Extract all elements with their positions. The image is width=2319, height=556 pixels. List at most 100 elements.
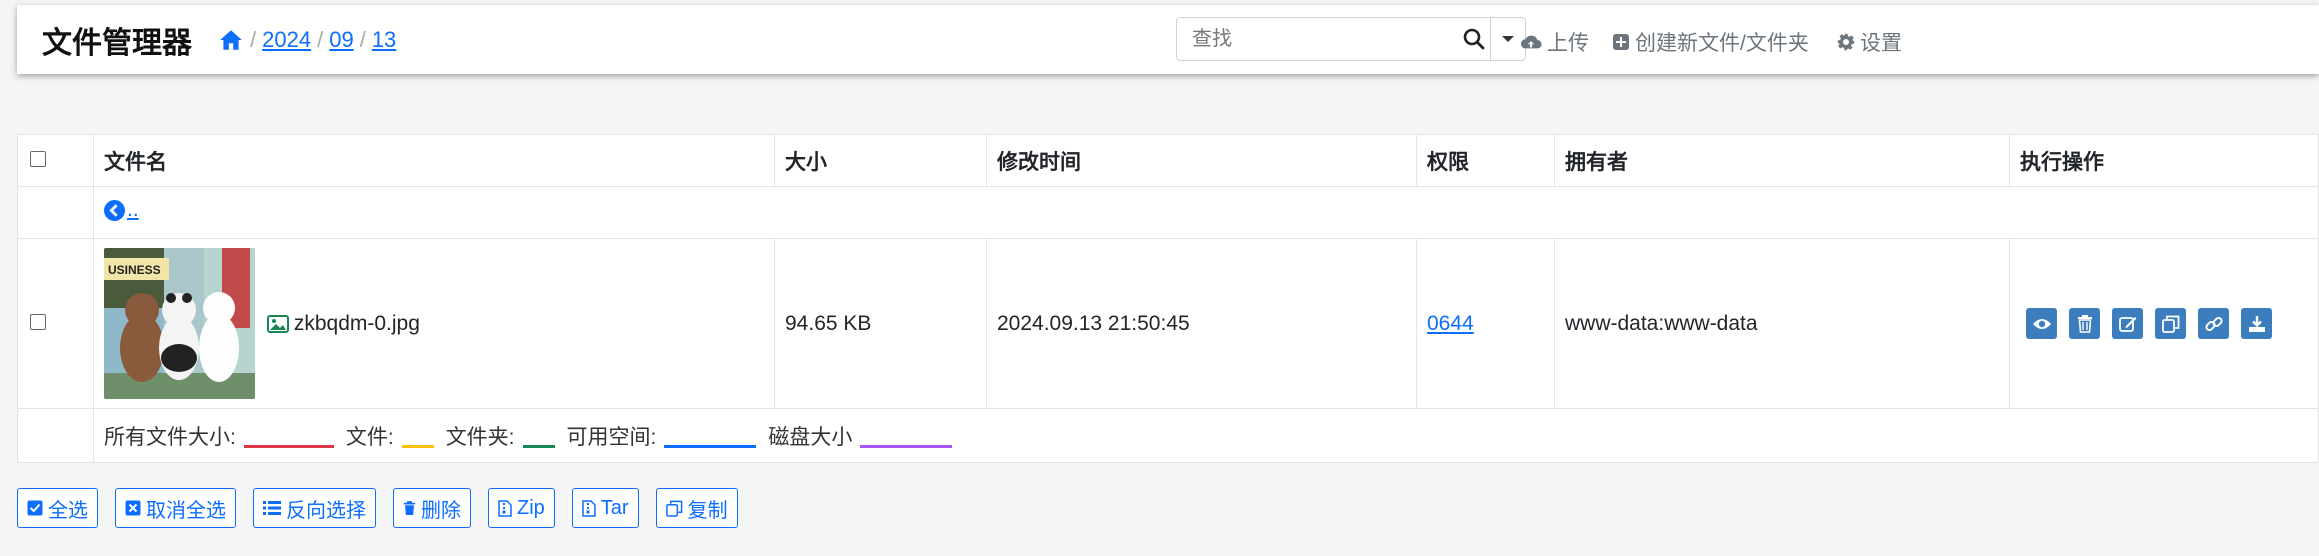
download-button[interactable]: [2241, 308, 2272, 339]
row-checkbox-cell: [17, 238, 94, 409]
summary-row: 所有文件大小: 文件: 文件夹: 可用空间: 磁盘大小: [17, 408, 2319, 463]
home-icon[interactable]: [218, 27, 244, 53]
invert-selection-label: 反向选择: [286, 499, 366, 522]
header-modified: 修改时间: [986, 134, 1417, 187]
eye-icon: [2032, 318, 2051, 329]
top-navbar: 文件管理器 / 2024 / 09 / 13 上传 创建新文件/文件夹 设置: [17, 5, 2319, 74]
create-new-link[interactable]: 创建新文件/文件夹: [1612, 27, 1809, 57]
settings-label: 设置: [1860, 32, 1902, 55]
delete-selected-button[interactable]: 删除: [393, 488, 471, 528]
select-all-checkbox[interactable]: [30, 150, 46, 167]
parent-dir-cell: ..: [93, 186, 2319, 239]
breadcrumb-month[interactable]: 09: [329, 27, 353, 53]
copy-icon: [2161, 315, 2179, 333]
parent-dir-link[interactable]: ..: [104, 198, 139, 222]
storage-stats: 所有文件大小: 文件: 文件夹: 可用空间: 磁盘大小: [104, 421, 2308, 451]
check-square-icon: [27, 500, 43, 516]
disk-size-value: [860, 424, 953, 448]
summary-cell: 所有文件大小: 文件: 文件夹: 可用空间: 磁盘大小: [93, 408, 2319, 463]
zip-button[interactable]: Zip: [488, 488, 555, 528]
free-space-value: [664, 424, 757, 448]
cloud-upload-icon: [1520, 35, 1542, 49]
file-permissions-link[interactable]: 0644: [1427, 312, 1474, 335]
empty-cell: [17, 408, 94, 463]
files-count-value: [401, 424, 434, 448]
deselect-all-button[interactable]: 取消全选: [115, 488, 236, 528]
table-header-row: 文件名 大小 修改时间 权限 拥有者 执行操作: [17, 134, 2319, 187]
tar-label: Tar: [600, 496, 629, 519]
file-name[interactable]: zkbqdm-0.jpg: [294, 312, 420, 336]
delete-selected-label: 删除: [421, 499, 461, 522]
header-size: 大小: [774, 134, 987, 187]
row-checkbox[interactable]: [30, 313, 46, 330]
deselect-all-label: 取消全选: [146, 499, 226, 522]
folders-count-value: [522, 424, 555, 448]
app-title: 文件管理器: [42, 26, 192, 60]
copy-file-button[interactable]: [2155, 308, 2186, 339]
row-name-cell: USINESS zkbqdm-0.jpg: [93, 238, 775, 409]
total-size-label: 所有文件大小:: [104, 425, 236, 449]
header-checkbox-cell: [17, 134, 94, 187]
free-space-label: 可用空间:: [566, 425, 657, 449]
copy-icon: [665, 500, 682, 517]
delete-file-button[interactable]: [2069, 308, 2100, 339]
row-actions: [2020, 308, 2308, 339]
upload-link[interactable]: 上传: [1520, 27, 1589, 57]
search-group: [1176, 17, 1526, 61]
parent-dir-row: ..: [17, 186, 2319, 239]
copy-selected-label: 复制: [687, 499, 728, 522]
breadcrumb-separator: /: [250, 26, 257, 52]
file-modified: 2024.09.13 21:50:45: [986, 238, 1417, 409]
plus-square-icon: [1613, 34, 1629, 50]
image-thumbnail[interactable]: USINESS: [104, 248, 255, 399]
link-icon: [2204, 316, 2223, 331]
file-zip-icon: [498, 499, 512, 517]
row-actions-cell: [2009, 238, 2319, 409]
list-icon: [263, 501, 281, 515]
gear-icon: [1837, 33, 1855, 51]
parent-dir-label: ..: [127, 198, 139, 222]
search-button[interactable]: [1457, 18, 1492, 60]
folders-count-label: 文件夹:: [445, 425, 515, 449]
bulk-actions: 全选 取消全选 反向选择 删除 Zip Tar 复制: [17, 488, 738, 528]
search-icon: [1463, 28, 1484, 50]
copy-selected-button[interactable]: 复制: [655, 488, 738, 528]
total-size-value: [243, 424, 334, 448]
thumbnail-sign-text: USINESS: [108, 263, 161, 277]
trash-icon: [403, 500, 416, 515]
select-all-button[interactable]: 全选: [17, 488, 98, 528]
link-button[interactable]: [2198, 308, 2229, 339]
x-square-icon: [125, 500, 141, 516]
header-owner: 拥有者: [1554, 134, 2010, 187]
breadcrumb-separator: /: [359, 26, 366, 52]
trash-icon: [2077, 314, 2092, 333]
caret-down-icon: [1502, 36, 1515, 42]
files-count-label: 文件:: [345, 425, 394, 449]
image-file-icon: [266, 314, 289, 333]
upload-label: 上传: [1547, 32, 1589, 55]
header-actions: 执行操作: [2009, 134, 2319, 187]
select-all-label: 全选: [48, 499, 88, 522]
edit-button[interactable]: [2112, 308, 2143, 339]
file-permissions-cell: 0644: [1416, 238, 1555, 409]
breadcrumb-year[interactable]: 2024: [262, 27, 311, 53]
file-size: 94.65 KB: [774, 238, 987, 409]
empty-cell: [17, 186, 94, 239]
download-icon: [2248, 315, 2265, 332]
file-owner: www-data:www-data: [1554, 238, 2010, 409]
file-archive-icon: [582, 499, 596, 517]
breadcrumb-day[interactable]: 13: [372, 27, 396, 53]
zip-label: Zip: [517, 496, 545, 519]
header-permissions: 权限: [1416, 134, 1555, 187]
table-row: USINESS zkbqdm-0.jpg 94.65 KB 2024.09.13: [17, 238, 2319, 409]
breadcrumb-separator: /: [317, 26, 324, 52]
disk-size-label: 磁盘大小: [768, 425, 853, 449]
chevron-circle-left-icon: [104, 199, 125, 221]
invert-selection-button[interactable]: 反向选择: [253, 488, 376, 528]
view-button[interactable]: [2026, 308, 2057, 339]
settings-link[interactable]: 设置: [1837, 27, 1902, 57]
header-name: 文件名: [93, 134, 775, 187]
tar-button[interactable]: Tar: [571, 488, 639, 528]
create-new-label: 创建新文件/文件夹: [1635, 32, 1809, 55]
search-input[interactable]: [1177, 18, 1457, 60]
